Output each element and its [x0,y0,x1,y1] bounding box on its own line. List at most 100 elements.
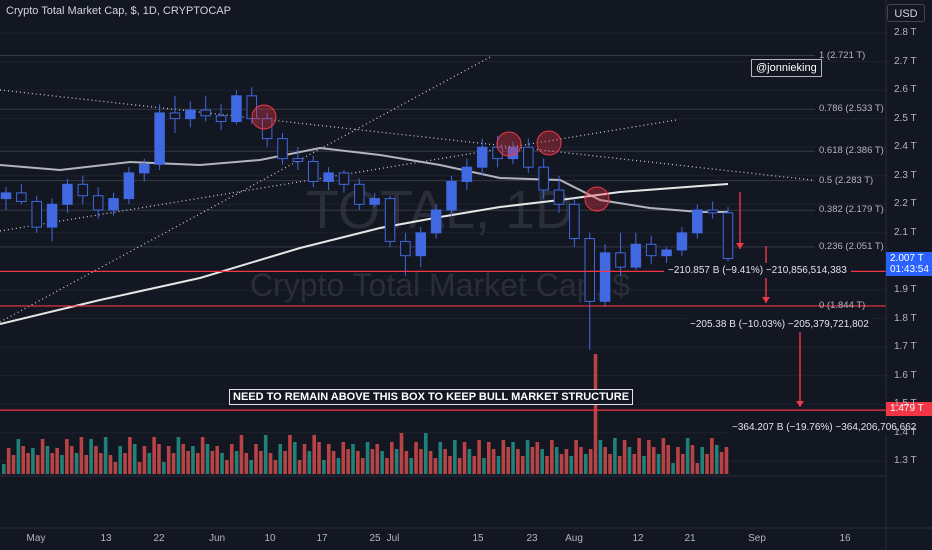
volume-bar [705,454,709,474]
volume-bar [118,446,122,474]
volume-bar [79,437,84,474]
volume-bar [457,458,462,474]
candle-body [446,180,457,211]
countdown-tag: 01:43:54 [890,264,929,275]
volume-bar [210,451,215,474]
volume-bar [564,449,569,474]
volume-bar [278,444,283,474]
volume-bar [438,442,443,474]
volume-bar [186,451,190,474]
volume-bar [191,446,195,474]
candle-body [169,112,181,120]
volume-bar [477,440,481,474]
currency-button[interactable]: USD [887,4,925,22]
volume-bar [588,449,593,474]
highlight-circle [496,131,522,157]
volume-bar [229,444,234,474]
volume-bar [433,458,438,474]
candle-body [200,109,211,117]
time-tick: 22 [153,533,165,544]
volume-bar [215,446,219,474]
price-tick: 2.2 T [894,198,917,210]
time-tick: 17 [316,533,328,544]
volume-bar [234,451,239,474]
watermark-name: Crypto Total Market Cap, $ [250,267,630,303]
volume-bar [574,440,578,474]
volume-bar [360,458,365,474]
volume-bar [307,451,312,474]
volume-bar [501,440,506,474]
candle-body [369,198,380,205]
volume-bar [317,442,321,474]
volume-bar [409,458,413,474]
volume-bar [681,454,685,474]
volume-bar [370,449,375,474]
box-annotation: NEED TO REMAIN ABOVE THIS BOX TO KEEP BU… [229,389,634,405]
volume-bar [535,442,540,474]
volume-bar [322,460,326,474]
volume-bar [259,451,263,474]
volume-bar [268,453,273,474]
volume-bar [55,448,59,474]
volume-bar [482,458,486,474]
volume-bar [647,440,651,474]
volume-bar [11,455,16,474]
volume-bar [254,444,258,474]
candle-body [354,183,365,205]
volume-bar [569,456,574,474]
volume-bar [99,453,103,474]
volume-bar [700,447,704,474]
time-tick: 23 [526,533,538,544]
price-tick: 2.8 T [894,27,917,38]
volume-bar [428,451,433,474]
candle-body [323,172,334,182]
volume-bar [690,445,695,474]
candle-body [307,160,319,182]
highlight-circle [536,130,562,156]
volume-bar [263,435,268,474]
volume-bar [123,453,127,474]
candle-body [692,209,703,234]
volume-bar [559,454,564,474]
candle-body [123,172,135,200]
time-tick: Jun [208,533,226,544]
candle-body [523,146,534,168]
volume-bar [31,448,35,474]
measure-label-3: −364.207 B (−19.76%) −364,206,706,662 [728,420,921,435]
time-tick: 15 [472,533,484,544]
volume-bar [244,453,249,474]
time-tick: 21 [684,533,696,544]
candle-body [645,243,657,257]
volume-bar [656,454,661,474]
volume-bar [84,455,89,474]
candle-body [630,243,642,268]
volume-bar [719,452,724,474]
box-level-tag: 1.479 T [890,403,924,414]
volume-bar [26,453,30,474]
candle-body [661,249,672,257]
volume-bar [288,435,292,474]
volume-bar [491,449,496,474]
volume-bar [545,456,549,474]
volume-bar [613,438,617,474]
candle-body [16,192,27,202]
price-tick: 2.5 T [894,112,917,124]
candle-body [277,138,288,160]
candle-body [461,166,473,182]
volume-bar [622,440,627,474]
author-handle: @jonnieking [751,59,822,77]
volume-bar [603,447,607,474]
volume-bar [171,453,176,474]
candle-body [400,240,411,257]
volume-bar [60,455,64,474]
time-tick: 25 [369,533,381,544]
highlight-circle [251,104,277,130]
last-price-tag: 2.007 T [890,253,924,264]
volume-bar [336,458,341,474]
volume-bar [297,460,302,474]
volume-bar [69,446,74,474]
volume-bar [162,462,166,474]
volume-bar [511,442,515,474]
fib-label: 0.5 (2.283 T) [819,174,874,186]
volume-bar [16,439,21,474]
